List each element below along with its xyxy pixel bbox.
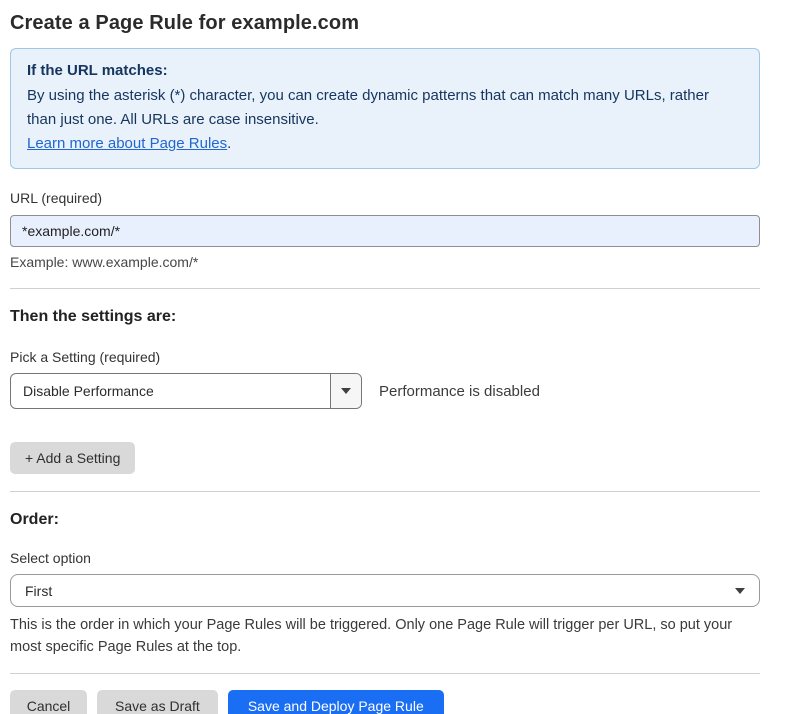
link-suffix: . xyxy=(227,135,231,152)
learn-more-link[interactable]: Learn more about Page Rules xyxy=(27,135,227,152)
url-example-text: Example: www.example.com/* xyxy=(10,254,760,270)
order-description: This is the order in which your Page Rul… xyxy=(10,614,758,658)
info-box-heading: If the URL matches: xyxy=(27,62,743,79)
create-page-rule-form: Create a Page Rule for example.com If th… xyxy=(0,12,790,714)
chevron-down-icon xyxy=(735,588,745,594)
pick-setting-label: Pick a Setting (required) xyxy=(10,349,760,365)
setting-select-value: Disable Performance xyxy=(11,383,154,399)
setting-select-arrow-button[interactable] xyxy=(330,374,361,408)
info-box-link-line: Learn more about Page Rules. xyxy=(27,132,743,156)
divider xyxy=(10,288,760,289)
url-input[interactable] xyxy=(10,215,760,247)
settings-section-heading: Then the settings are: xyxy=(10,308,760,326)
order-select[interactable]: First xyxy=(10,574,760,607)
chevron-down-icon xyxy=(341,388,351,394)
add-setting-button[interactable]: + Add a Setting xyxy=(10,442,135,474)
setting-select[interactable]: Disable Performance xyxy=(10,373,362,409)
page-title: Create a Page Rule for example.com xyxy=(10,12,760,35)
order-section-heading: Order: xyxy=(10,511,760,529)
url-match-info-box: If the URL matches: By using the asteris… xyxy=(10,48,760,169)
setting-status-text: Performance is disabled xyxy=(379,383,540,400)
save-as-draft-button[interactable]: Save as Draft xyxy=(97,690,218,714)
save-and-deploy-button[interactable]: Save and Deploy Page Rule xyxy=(228,690,444,714)
cancel-button[interactable]: Cancel xyxy=(10,690,87,714)
divider xyxy=(10,673,760,674)
info-box-body: By using the asterisk (*) character, you… xyxy=(27,84,727,132)
divider xyxy=(10,491,760,492)
url-field-label: URL (required) xyxy=(10,190,760,206)
setting-row: Disable Performance Performance is disab… xyxy=(10,373,760,409)
order-select-label: Select option xyxy=(10,550,760,566)
footer-button-row: Cancel Save as Draft Save and Deploy Pag… xyxy=(10,690,760,714)
order-select-value: First xyxy=(25,583,52,599)
